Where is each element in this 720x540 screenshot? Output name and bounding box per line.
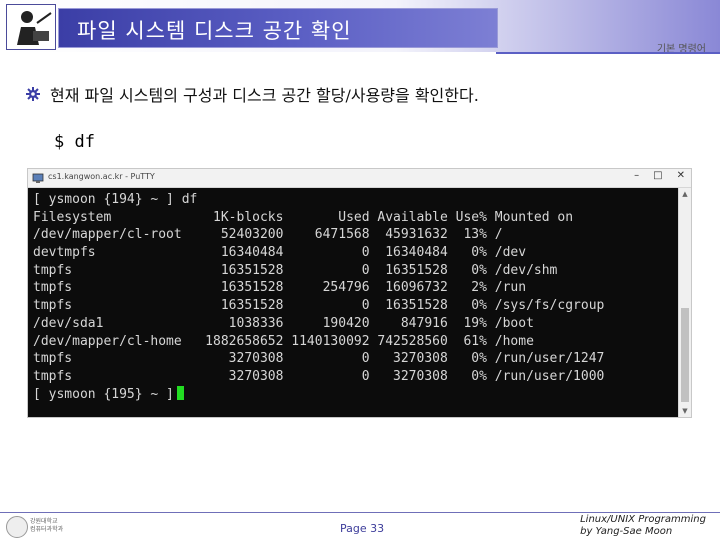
bullet-text: 현재 파일 시스템의 구성과 디스크 공간 할당/사용량을 확인한다. [50,86,479,105]
terminal-line: /dev/sda1 1038336 190420 847916 19% /boo… [33,315,534,331]
terminal-cursor [176,385,184,400]
command-example: $ df [54,132,95,152]
credit-course: Linux/UNIX Programming [580,514,706,525]
terminal-line: tmpfs 16351528 0 16351528 0% /dev/shm [33,262,558,278]
title-box: 파일 시스템 디스크 공간 확인 [58,8,498,48]
scroll-thumb[interactable] [681,308,689,402]
university-logo: 강원대학교 컴퓨터과학과 [4,514,70,538]
putty-window: cs1.kangwon.ac.kr - PuTTY – □ ✕ [ ysmoon… [27,168,692,418]
logo-text-line: 컴퓨터과학과 [30,526,64,533]
university-seal-icon [6,516,28,538]
terminal-line: Filesystem 1K-blocks Used Available Use%… [33,209,574,225]
scroll-down-icon[interactable]: ▼ [679,405,691,417]
minimize-button[interactable]: – [634,170,639,181]
logo-text-line: 강원대학교 [30,518,58,525]
scroll-up-icon[interactable]: ▲ [679,188,691,200]
presenter-icon [7,5,55,49]
vertical-scrollbar[interactable]: ▲ ▼ [678,188,691,417]
terminal-line: [ ysmoon {194} ~ ] df [33,192,198,207]
page-title: 파일 시스템 디스크 공간 확인 [77,19,352,43]
footer-rule [0,512,720,513]
bullet-row: 현재 파일 시스템의 구성과 디스크 공간 할당/사용량을 확인한다. [26,82,479,106]
terminal-output: [ ysmoon {194} ~ ] df Filesystem 1K-bloc… [33,191,604,403]
window-title: cs1.kangwon.ac.kr - PuTTY [48,172,155,181]
terminal-line: tmpfs 3270308 0 3270308 0% /run/user/124… [33,351,605,367]
maximize-button[interactable]: □ [653,170,662,181]
gear-bullet-icon [26,87,40,101]
window-controls: – □ ✕ [634,170,685,181]
terminal-area[interactable]: [ ysmoon {194} ~ ] df Filesystem 1K-bloc… [28,188,679,417]
terminal-line: devtmpfs 16340484 0 16340484 0% /dev [33,245,527,261]
terminal-line: /dev/mapper/cl-home 1882658652 114013009… [33,333,534,349]
putty-app-icon [32,173,44,183]
presenter-logo [6,4,56,50]
slide-header: 파일 시스템 디스크 공간 확인 기본 명령어 [0,0,720,55]
credit-author: by Yang-Sae Moon [580,526,673,537]
terminal-line: /dev/mapper/cl-root 52403200 6471568 459… [33,227,503,243]
terminal-line: tmpfs 16351528 0 16351528 0% /sys/fs/cgr… [33,298,605,314]
terminal-line: tmpfs 3270308 0 3270308 0% /run/user/100… [33,368,605,384]
footer-credit: Linux/UNIX Programming by Yang-Sae Moon [580,514,706,538]
header-rule [496,52,720,54]
close-button[interactable]: ✕ [677,170,685,181]
window-titlebar[interactable]: cs1.kangwon.ac.kr - PuTTY – □ ✕ [28,169,691,188]
university-logo-text: 강원대학교 컴퓨터과학과 [30,518,63,534]
terminal-prompt: [ ysmoon {195} ~ ] [33,386,174,402]
page-number: Page 33 [340,522,385,535]
terminal-prompt-line: [ ysmoon {195} ~ ] [33,385,604,404]
terminal-line: tmpfs 16351528 254796 16096732 2% /run [33,280,527,296]
